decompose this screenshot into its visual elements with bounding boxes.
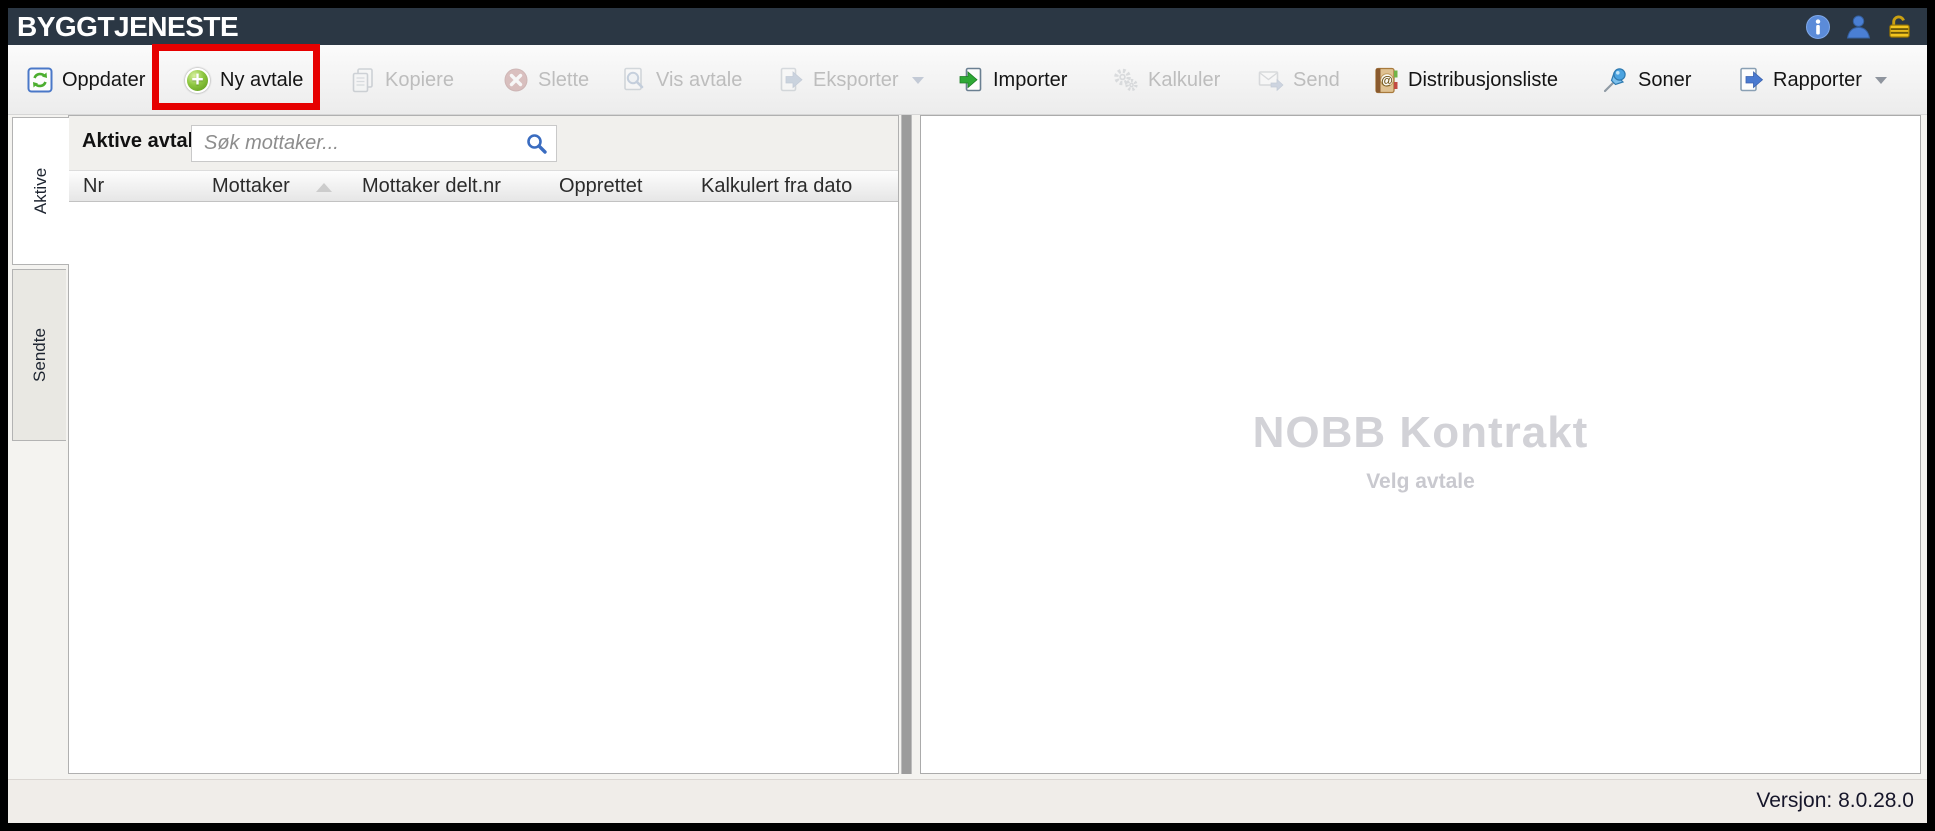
toolbar: Oppdater + Ny avtale Kopiere [8,45,1927,115]
status-bar: Versjon: 8.0.28.0 [8,779,1927,823]
view-document-icon [620,67,647,94]
tab-aktive[interactable]: Aktive [12,117,69,265]
calculate-button[interactable]: Kalkuler [1108,45,1224,115]
column-header-nr[interactable]: Nr [83,175,104,198]
distribution-list-icon: @ [1372,67,1399,94]
application-window: BYGGTJENESTE [8,8,1927,823]
agreement-detail-panel: NOBB Kontrakt Velg avtale [920,115,1921,774]
zones-button-label: Soner [1638,69,1691,92]
export-icon [777,67,804,94]
import-button[interactable]: Importer [953,45,1071,115]
agreement-list-body[interactable] [69,203,898,773]
info-icon[interactable] [1804,13,1831,40]
watermark: NOBB Kontrakt Velg avtale [921,408,1920,494]
watermark-title: NOBB Kontrakt [921,408,1920,458]
tab-aktive-label: Aktive [31,168,51,214]
lock-icon[interactable] [1886,13,1913,40]
app-logo: BYGGTJENESTE [17,8,238,45]
search-field-container [191,125,557,162]
calculate-icon [1112,67,1139,94]
copy-icon [349,67,376,94]
panel-splitter[interactable] [901,115,912,774]
chevron-down-icon [1875,77,1887,84]
user-icon[interactable] [1845,13,1872,40]
copy-button[interactable]: Kopiere [345,45,458,115]
distribution-list-button[interactable]: @ Distribusjonsliste [1368,45,1562,115]
reports-button-label: Rapporter [1773,69,1862,92]
agreement-list-panel: Aktive avtaler Nr Mottaker Mottaker delt… [68,115,899,774]
version-label: Versjon: 8.0.28.0 [1756,789,1914,813]
grid-header-row: Nr Mottaker Mottaker delt.nr Opprettet K… [69,170,898,202]
export-button[interactable]: Eksporter [773,45,928,115]
chevron-down-icon [912,77,924,84]
watermark-subtitle: Velg avtale [921,470,1920,494]
zones-button[interactable]: Soner [1598,45,1695,115]
add-icon: + [184,67,211,94]
send-mail-icon [1257,67,1284,94]
delete-button-label: Slette [538,69,589,92]
delete-icon [502,67,529,94]
reports-button[interactable]: Rapporter [1733,45,1891,115]
column-header-opprettet[interactable]: Opprettet [559,175,642,198]
new-agreement-button-label: Ny avtale [220,69,303,92]
refresh-icon [26,67,53,94]
refresh-button-label: Oppdater [62,69,145,92]
svg-text:@: @ [1381,73,1393,87]
list-panel-header: Aktive avtaler [69,116,898,170]
send-button[interactable]: Send [1253,45,1344,115]
send-button-label: Send [1293,69,1340,92]
import-icon [957,67,984,94]
refresh-button[interactable]: Oppdater [22,45,149,115]
export-button-label: Eksporter [813,69,899,92]
column-header-kalkulert-fra-dato[interactable]: Kalkulert fra dato [701,175,852,198]
view-agreement-button[interactable]: Vis avtale [616,45,746,115]
view-agreement-button-label: Vis avtale [656,69,742,92]
title-bar: BYGGTJENESTE [8,8,1927,45]
column-header-mottaker-deltnr[interactable]: Mottaker delt.nr [362,175,501,198]
pin-icon [1602,67,1629,94]
import-button-label: Importer [993,69,1067,92]
report-icon [1737,67,1764,94]
tab-sendte-label: Sendte [30,328,50,382]
tab-sendte[interactable]: Sendte [12,269,66,441]
copy-button-label: Kopiere [385,69,454,92]
new-agreement-button[interactable]: + Ny avtale [180,45,307,115]
distribution-list-button-label: Distribusjonsliste [1408,69,1558,92]
delete-button[interactable]: Slette [498,45,593,115]
column-header-mottaker[interactable]: Mottaker [212,175,290,198]
search-input[interactable] [192,126,556,161]
search-icon[interactable] [524,131,550,157]
sort-ascending-icon [316,183,332,192]
calculate-button-label: Kalkuler [1148,69,1220,92]
